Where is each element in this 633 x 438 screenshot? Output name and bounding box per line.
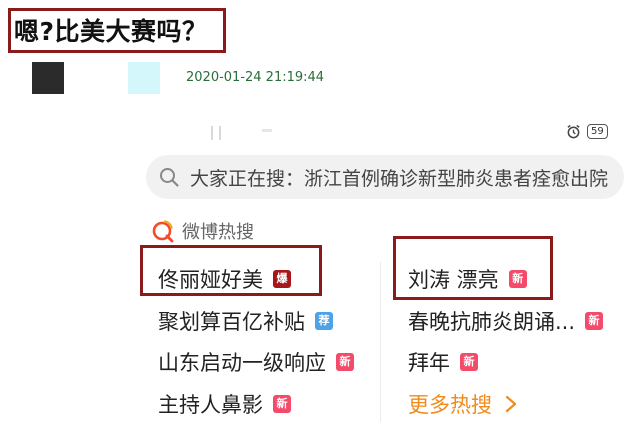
highlight-box-right: [393, 236, 553, 300]
chevron-right-icon: [505, 395, 517, 413]
hot-search-label: 主持人鼻影: [158, 393, 263, 417]
recommend-badge: 荐: [315, 312, 333, 330]
hot-search-label: 山东启动一级响应: [158, 351, 326, 375]
more-hot-search-label: 更多热搜: [408, 393, 492, 417]
hot-search-item[interactable]: 山东启动一级响应 新: [158, 346, 354, 378]
status-signal-mark: [262, 129, 272, 132]
username-placeholder[interactable]: [128, 62, 160, 94]
hot-search-header: 微博热搜: [150, 218, 254, 244]
alarm-clock-icon: [567, 124, 580, 139]
post-timestamp: 2020-01-24 21:19:44: [186, 70, 325, 85]
new-badge: 新: [336, 353, 354, 371]
avatar[interactable]: [32, 62, 64, 94]
search-icon: [160, 168, 179, 187]
more-hot-search-link[interactable]: 更多热搜: [408, 388, 518, 420]
weibo-hot-search-icon: [152, 220, 174, 243]
post-title: 嗯?比美大赛吗？: [14, 17, 208, 46]
status-signal-mark: [219, 126, 221, 140]
battery-icon: 59: [587, 124, 608, 139]
new-badge: 新: [585, 312, 604, 330]
status-icons: 59: [566, 124, 608, 139]
highlight-box-left: [140, 245, 322, 296]
hot-search-item[interactable]: 聚划算百亿补贴 荐: [158, 305, 333, 337]
hot-search-label: 春晚抗肺炎朗诵...: [408, 310, 576, 334]
hot-search-label: 拜年: [408, 351, 450, 375]
new-badge: 新: [273, 395, 291, 413]
hot-search-item[interactable]: 拜年 新: [408, 346, 478, 378]
search-bar[interactable]: 大家正在搜：浙江首例确诊新型肺炎患者痊愈出院: [146, 155, 624, 199]
hot-search-item[interactable]: 主持人鼻影 新: [158, 388, 291, 420]
column-divider: [380, 262, 381, 422]
status-signal-mark: [211, 126, 213, 140]
new-badge: 新: [460, 353, 478, 371]
search-placeholder: 大家正在搜：浙江首例确诊新型肺炎患者痊愈出院: [190, 167, 609, 190]
hot-search-label: 聚划算百亿补贴: [158, 310, 305, 334]
hot-search-item[interactable]: 春晚抗肺炎朗诵... 新: [408, 305, 604, 337]
section-title: 微博热搜: [182, 222, 254, 243]
